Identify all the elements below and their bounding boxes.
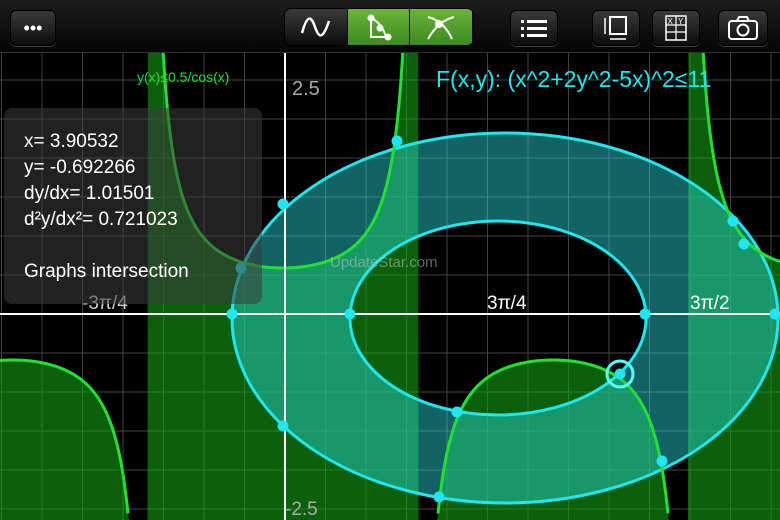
key-point — [391, 135, 403, 147]
wave-icon — [300, 17, 331, 37]
dydx-value: dy/dx= 1.01501 — [24, 183, 155, 204]
more-button[interactable]: ••• — [10, 10, 56, 46]
y-tick-top: 2.5 — [292, 78, 320, 100]
key-point — [656, 455, 668, 467]
d2ydx2-value: d²y/dx²= 0.721023 — [24, 209, 178, 230]
y-tick-bottom: -2.5 — [285, 499, 318, 520]
watermark: UpdateStar.com — [330, 254, 438, 271]
x-value: x= 3.90532 — [24, 131, 119, 152]
key-point — [433, 491, 445, 503]
trace-info-panel: x= 3.90532 y= -0.692266 dy/dx= 1.01501 d… — [4, 108, 262, 304]
key-point — [344, 308, 356, 320]
trace-points-icon — [367, 14, 391, 41]
key-point — [226, 308, 238, 320]
trace-mode: Graphs intersection — [24, 261, 189, 282]
key-point — [277, 420, 289, 432]
list-button[interactable] — [510, 10, 558, 46]
svg-text:X: X — [668, 17, 674, 26]
svg-text:Y: Y — [678, 17, 684, 26]
intersection-mode-button[interactable] — [410, 9, 473, 45]
key-point — [639, 308, 651, 320]
key-point — [277, 198, 289, 210]
list-icon — [521, 20, 547, 37]
cyan-equation[interactable]: F(x,y): (x^2+2y^2-5x)^2≤11 — [436, 68, 711, 91]
key-point — [727, 215, 739, 227]
function-mode-button[interactable] — [285, 9, 348, 45]
key-point — [614, 368, 626, 380]
key-point — [451, 406, 463, 418]
x-tick-3pi4: 3π/4 — [487, 293, 527, 314]
y-value: y= -0.692266 — [24, 157, 136, 178]
toolbar: ••• XY — [0, 0, 780, 53]
cyan-ring-region — [230, 131, 780, 505]
mode-segmented-control — [284, 8, 474, 46]
trace-mode-button[interactable] — [347, 9, 411, 45]
screenshot-button[interactable] — [718, 10, 768, 46]
zoom-axes-button[interactable] — [592, 10, 640, 46]
key-point — [738, 238, 750, 250]
table-button[interactable]: XY — [652, 10, 700, 46]
x-tick-3pi2: 3π/2 — [690, 293, 730, 314]
camera-icon — [728, 16, 758, 40]
resize-axes-icon — [604, 16, 627, 40]
key-point — [769, 308, 780, 320]
xy-table-icon: XY — [665, 15, 687, 41]
green-equation[interactable]: y(x)≤0.5/cos(x) — [137, 70, 229, 84]
intersection-icon — [427, 16, 455, 40]
